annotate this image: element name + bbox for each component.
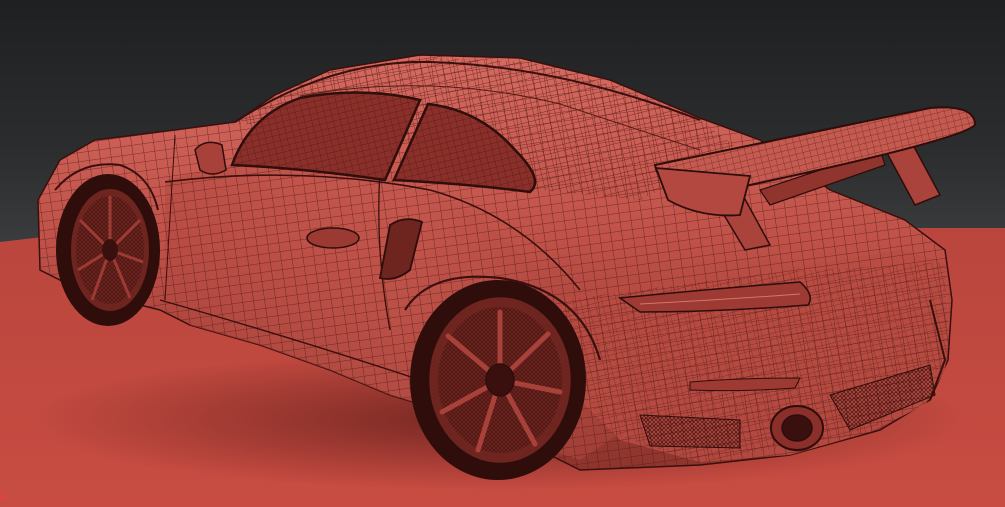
3d-viewport[interactable] bbox=[0, 0, 1005, 507]
side-mirror bbox=[194, 141, 227, 175]
wheel-front bbox=[56, 174, 160, 326]
wheel-rear bbox=[410, 280, 586, 480]
viewport-scene bbox=[0, 54, 1005, 507]
axis-gizmo-dot bbox=[1, 495, 4, 498]
exhaust-inner bbox=[781, 414, 813, 442]
door-handle bbox=[306, 227, 360, 249]
rear-diffuser bbox=[639, 414, 741, 449]
